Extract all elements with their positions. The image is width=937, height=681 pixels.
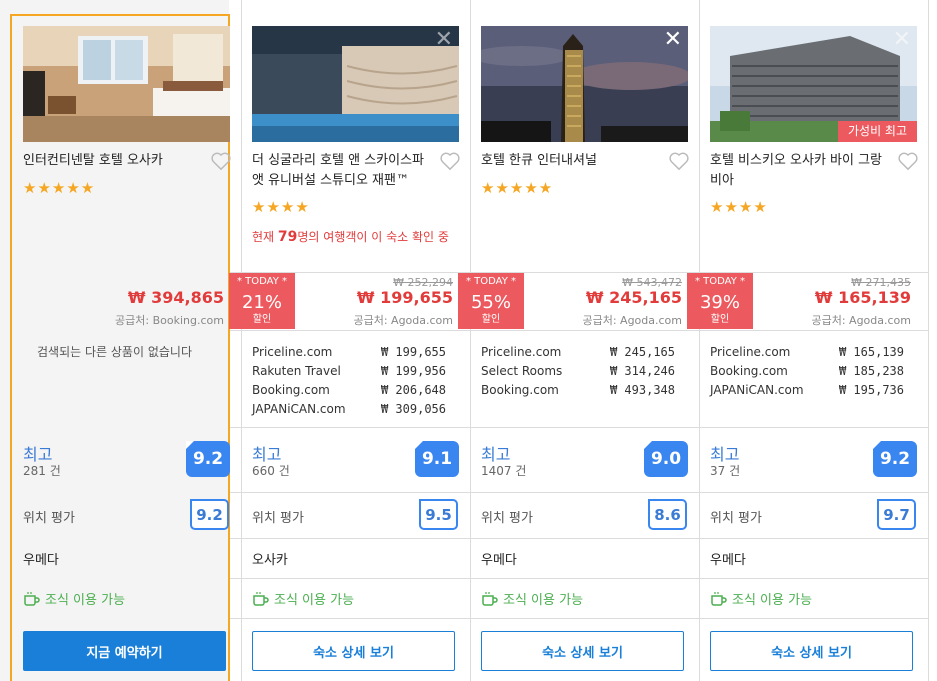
other-offers-list: Priceline.com ₩ 245,165 Select Rooms ₩ 314… xyxy=(481,343,675,400)
hotel-photo[interactable] xyxy=(23,26,230,142)
today-discount-badge: * TODAY * 55% 할인 xyxy=(458,273,524,329)
star-rating: ★★★★ xyxy=(252,198,310,216)
offer-row[interactable]: Select Rooms ₩ 314,246 xyxy=(481,362,675,381)
discount-percent: 39% xyxy=(699,292,740,313)
coffee-cup-icon xyxy=(482,591,498,606)
offer-row[interactable]: Priceline.com ₩ 245,165 xyxy=(481,343,675,362)
coffee-cup-icon xyxy=(711,591,727,606)
supplier: 공급처: Agoda.com xyxy=(353,314,453,327)
offer-row[interactable]: Priceline.com ₩ 199,655 xyxy=(252,343,446,362)
hotel-card-2: ✕ 더 싱굴라리 호텔 앤 스카이스파 앳 유니버설 스튜디오 재팬™ ★★★★… xyxy=(229,0,460,681)
best-price: ₩ 245,165 xyxy=(585,288,682,307)
review-count: 37 건 xyxy=(710,464,741,478)
offer-row[interactable]: Rakuten Travel ₩ 199,956 xyxy=(252,362,446,381)
breakfast-info: 조식 이용 가능 xyxy=(252,589,354,608)
star-rating: ★★★★ xyxy=(710,198,768,216)
breakfast-label: 조식 이용 가능 xyxy=(732,593,813,608)
location-score-badge: 9.7 xyxy=(877,499,916,530)
hotel-compare-table: 인터컨티넨탈 호텔 오사카 ★★★★★ ₩ 394,865 공급처: Booki… xyxy=(0,0,937,681)
viewer-count: 79 xyxy=(277,229,298,245)
book-now-button[interactable]: 지금 예약하기 xyxy=(23,631,226,671)
location-score-badge: 9.5 xyxy=(419,499,458,530)
supplier: 공급처: Booking.com xyxy=(115,314,224,327)
supplier: 공급처: Agoda.com xyxy=(582,314,682,327)
offer-row[interactable]: Booking.com ₩ 493,348 xyxy=(481,381,675,400)
coffee-cup-icon xyxy=(253,591,269,606)
breakfast-info: 조식 이용 가능 xyxy=(481,589,583,608)
hotel-name[interactable]: 호텔 비스키오 오사카 바이 그랑비아 xyxy=(710,151,890,191)
view-details-button[interactable]: 숙소 상세 보기 xyxy=(252,631,455,671)
hotel-photo[interactable]: ✕ 가성비 최고 xyxy=(710,26,917,142)
location-score-badge: 9.2 xyxy=(190,499,229,530)
star-rating: ★★★★★ xyxy=(481,179,554,197)
best-price: ₩ 394,865 xyxy=(127,288,224,307)
review-count: 660 건 xyxy=(252,464,290,478)
location-label: 위치 평가 xyxy=(23,511,75,526)
review-score-badge: 9.1 xyxy=(415,441,459,477)
hotel-name[interactable]: 더 싱굴라리 호텔 앤 스카이스파 앳 유니버설 스튜디오 재팬™ xyxy=(252,151,432,191)
location-label: 위치 평가 xyxy=(252,511,304,526)
discount-percent: 55% xyxy=(470,292,511,313)
area-name: 우메다 xyxy=(23,553,59,568)
offer-row[interactable]: Booking.com ₩ 185,238 xyxy=(710,362,904,381)
location-score-badge: 8.6 xyxy=(648,499,687,530)
offer-row[interactable]: JAPANiCAN.com ₩ 309,056 xyxy=(252,400,446,419)
hotel-photo[interactable]: ✕ xyxy=(481,26,688,142)
no-offers-text: 검색되는 다른 상품이 없습니다 xyxy=(37,345,192,359)
hotel-name[interactable]: 호텔 한큐 인터내셔널 xyxy=(481,151,661,171)
best-price: ₩ 165,139 xyxy=(814,288,911,307)
review-score-badge: 9.2 xyxy=(873,441,917,477)
other-offers-list: Priceline.com ₩ 199,655 Rakuten Travel ₩ 1… xyxy=(252,343,446,419)
review-count: 281 건 xyxy=(23,464,61,478)
offer-row[interactable]: JAPANiCAN.com ₩ 195,736 xyxy=(710,381,904,400)
breakfast-info: 조식 이용 가능 xyxy=(710,589,812,608)
breakfast-label: 조식 이용 가능 xyxy=(503,593,584,608)
coffee-cup-icon xyxy=(24,591,40,606)
review-score-badge: 9.0 xyxy=(644,441,688,477)
best-price: ₩ 199,655 xyxy=(356,288,453,307)
close-icon[interactable]: ✕ xyxy=(893,29,911,51)
offer-row[interactable]: Priceline.com ₩ 165,139 xyxy=(710,343,904,362)
area-name: 우메다 xyxy=(710,553,746,568)
other-offers-list: Priceline.com ₩ 165,139 Booking.com ₩ 185,… xyxy=(710,343,904,400)
area-name: 우메다 xyxy=(481,553,517,568)
hotel-card-4: ✕ 가성비 최고 호텔 비스키오 오사카 바이 그랑비아 ★★★★ * TODA… xyxy=(687,0,919,681)
review-count: 1407 건 xyxy=(481,464,527,478)
viewers-notice: 현재 79명의 여행객이 이 숙소 확인 중 xyxy=(252,229,449,245)
star-rating: ★★★★★ xyxy=(23,179,96,197)
breakfast-info: 조식 이용 가능 xyxy=(23,589,125,608)
review-score-badge: 9.2 xyxy=(186,441,230,477)
discount-percent: 21% xyxy=(241,292,282,313)
close-icon[interactable]: ✕ xyxy=(664,29,682,51)
today-discount-badge: * TODAY * 21% 할인 xyxy=(229,273,295,329)
breakfast-label: 조식 이용 가능 xyxy=(274,593,355,608)
hotel-name[interactable]: 인터컨티넨탈 호텔 오사카 xyxy=(23,151,203,171)
today-discount-badge: * TODAY * 39% 할인 xyxy=(687,273,753,329)
heart-icon[interactable] xyxy=(897,151,919,171)
hotel-card-1: 인터컨티넨탈 호텔 오사카 ★★★★★ ₩ 394,865 공급처: Booki… xyxy=(0,0,231,681)
hotel-card-3: ✕ 호텔 한큐 인터내셔널 ★★★★★ * TODAY * 55% 할인 ₩ 5… xyxy=(458,0,689,681)
supplier: 공급처: Agoda.com xyxy=(811,314,911,327)
offer-row[interactable]: Booking.com ₩ 206,648 xyxy=(252,381,446,400)
location-label: 위치 평가 xyxy=(481,511,533,526)
view-details-button[interactable]: 숙소 상세 보기 xyxy=(481,631,684,671)
hotel-photo[interactable]: ✕ xyxy=(252,26,459,142)
area-name: 오사카 xyxy=(252,553,288,568)
view-details-button[interactable]: 숙소 상세 보기 xyxy=(710,631,913,671)
location-label: 위치 평가 xyxy=(710,511,762,526)
close-icon[interactable]: ✕ xyxy=(435,29,453,51)
breakfast-label: 조식 이용 가능 xyxy=(45,593,126,608)
best-value-badge: 가성비 최고 xyxy=(837,121,917,142)
